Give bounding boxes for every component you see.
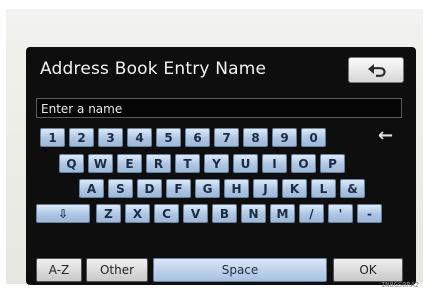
az-button[interactable]: A-Z <box>36 258 82 282</box>
image-code: IN8GS0RA2 <box>381 281 419 289</box>
key-R[interactable]: R <box>146 154 171 173</box>
key-hyphen[interactable]: - <box>357 204 382 223</box>
key-F[interactable]: F <box>166 179 191 198</box>
key-8[interactable]: 8 <box>243 128 268 147</box>
key-L[interactable]: L <box>311 179 336 198</box>
key-T[interactable]: T <box>175 154 200 173</box>
key-6[interactable]: 6 <box>185 128 210 147</box>
back-button[interactable] <box>348 57 404 83</box>
key-U[interactable]: U <box>233 154 258 173</box>
key-ampersand[interactable]: & <box>340 179 365 198</box>
key-1[interactable]: 1 <box>40 128 65 147</box>
key-0[interactable]: 0 <box>301 128 326 147</box>
key-4[interactable]: 4 <box>127 128 152 147</box>
backspace-icon[interactable]: ← <box>378 125 393 146</box>
entry-screen: Address Book Entry Name Enter a name 123… <box>26 47 416 285</box>
key-O[interactable]: O <box>291 154 316 173</box>
key-S[interactable]: S <box>108 179 133 198</box>
key-P[interactable]: P <box>320 154 345 173</box>
key-C[interactable]: C <box>154 204 179 223</box>
key-3[interactable]: 3 <box>98 128 123 147</box>
key-N[interactable]: N <box>241 204 266 223</box>
key-X[interactable]: X <box>125 204 150 223</box>
key-5[interactable]: 5 <box>156 128 181 147</box>
key-7[interactable]: 7 <box>214 128 239 147</box>
device-bezel: Address Book Entry Name Enter a name 123… <box>6 9 423 285</box>
key-slash[interactable]: / <box>299 204 324 223</box>
key-G[interactable]: G <box>195 179 220 198</box>
key-K[interactable]: K <box>282 179 307 198</box>
screen-title: Address Book Entry Name <box>40 59 267 79</box>
key-W[interactable]: W <box>88 154 113 173</box>
key-apostrophe[interactable]: ' <box>328 204 353 223</box>
key-Z[interactable]: Z <box>96 204 121 223</box>
key-Q[interactable]: Q <box>59 154 84 173</box>
key-B[interactable]: B <box>212 204 237 223</box>
key-E[interactable]: E <box>117 154 142 173</box>
key-Y[interactable]: Y <box>204 154 229 173</box>
other-button[interactable]: Other <box>86 258 148 282</box>
key-2[interactable]: 2 <box>69 128 94 147</box>
return-arrow-icon <box>368 64 386 77</box>
key-A[interactable]: A <box>79 179 104 198</box>
key-I[interactable]: I <box>262 154 287 173</box>
name-input[interactable]: Enter a name <box>36 98 402 118</box>
key-9[interactable]: 9 <box>272 128 297 147</box>
space-button[interactable]: Space <box>153 258 327 282</box>
key-D[interactable]: D <box>137 179 162 198</box>
shift-key[interactable]: ⇩ <box>36 204 90 223</box>
key-M[interactable]: M <box>270 204 295 223</box>
key-H[interactable]: H <box>224 179 249 198</box>
ok-button[interactable]: OK <box>333 258 403 282</box>
key-J[interactable]: J <box>253 179 278 198</box>
key-V[interactable]: V <box>183 204 208 223</box>
